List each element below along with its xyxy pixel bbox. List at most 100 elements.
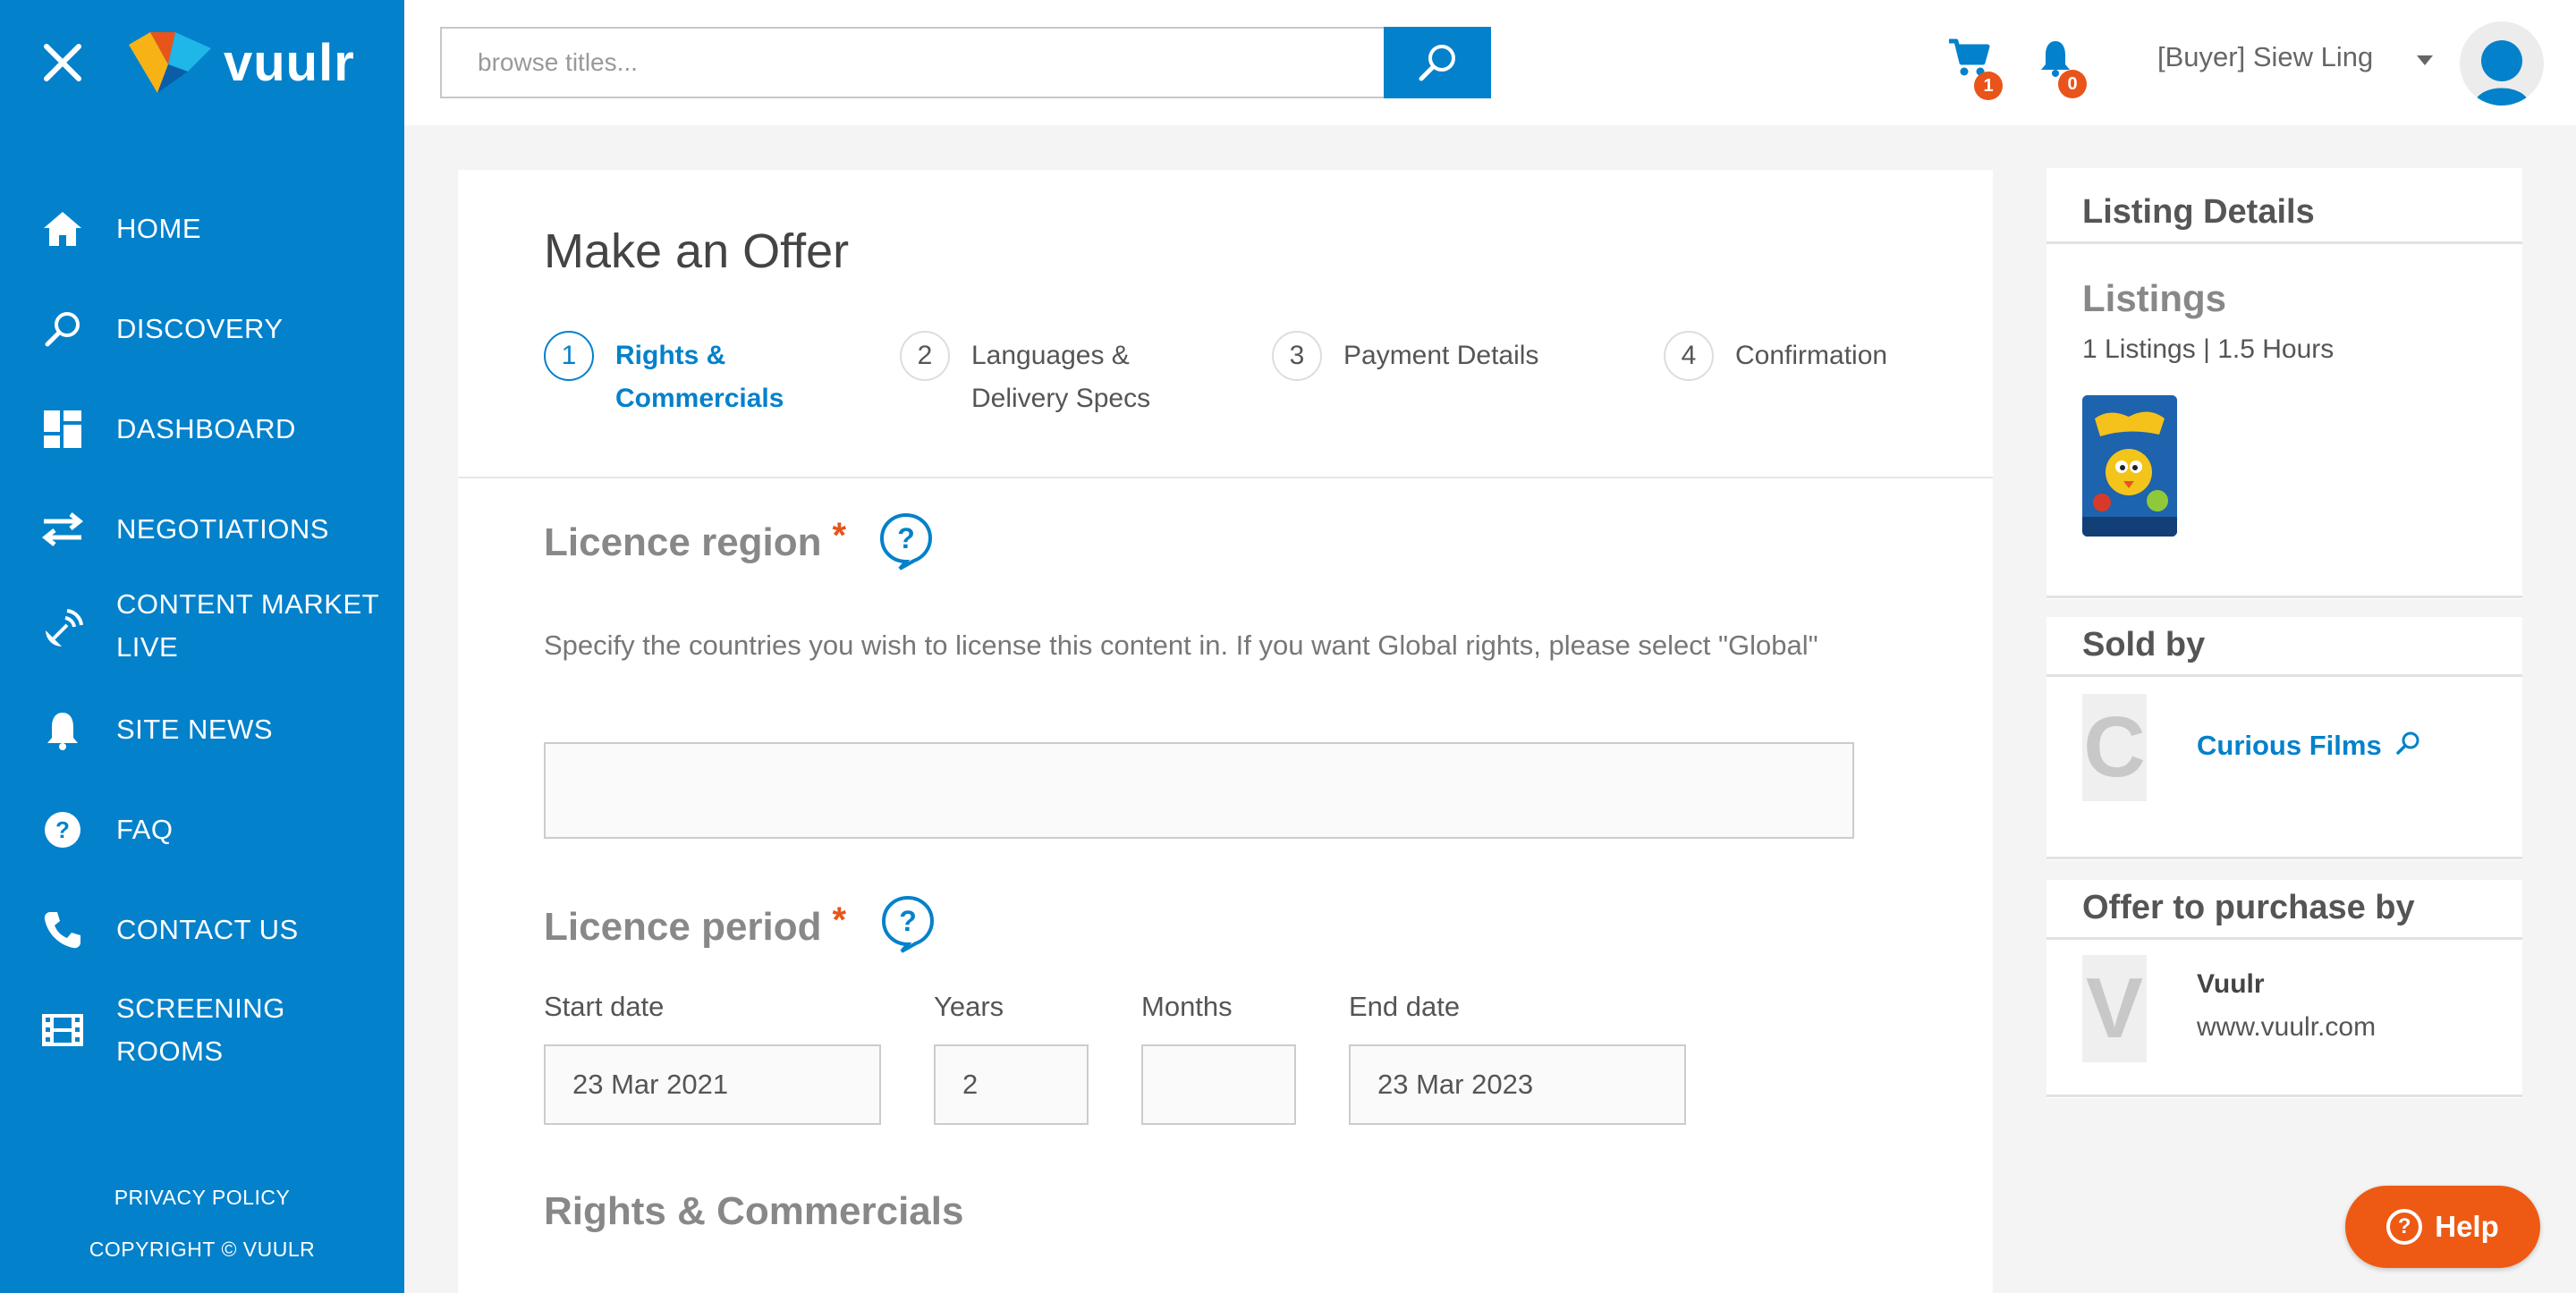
page-title: Make an Offer bbox=[544, 224, 850, 278]
dashboard-icon bbox=[39, 406, 86, 452]
vuulr-logo[interactable]: vuulr bbox=[125, 29, 355, 97]
progress-steps: 1 Rights & Commercials 2 Languages & Del… bbox=[544, 331, 1939, 429]
divider bbox=[2046, 241, 2522, 244]
nav-label: HOME bbox=[116, 213, 201, 244]
nav-label: FAQ bbox=[116, 814, 174, 845]
years-field[interactable]: 2 bbox=[934, 1044, 1089, 1125]
user-avatar-icon bbox=[2474, 40, 2529, 106]
nav-content-market-live[interactable]: CONTENT MARKET LIVE bbox=[0, 583, 404, 676]
required-marker: * bbox=[832, 515, 847, 555]
divider bbox=[2046, 1094, 2522, 1097]
logo-text: vuulr bbox=[224, 33, 355, 92]
nav-discovery[interactable]: DISCOVERY bbox=[0, 302, 404, 356]
svg-text:?: ? bbox=[55, 816, 70, 843]
help-label: Help bbox=[2435, 1210, 2499, 1243]
section-title: Rights & Commercials bbox=[544, 1189, 964, 1233]
listing-details-panel: Listing Details Listings 1 Listings | 1.… bbox=[2046, 168, 2522, 599]
end-date-field[interactable]: 23 Mar 2023 bbox=[1349, 1044, 1686, 1125]
question-icon: ? bbox=[39, 807, 86, 853]
divider bbox=[2046, 674, 2522, 677]
cart-button[interactable]: 1 bbox=[1947, 38, 2003, 100]
start-date-field[interactable]: 23 Mar 2021 bbox=[544, 1044, 881, 1125]
search-input[interactable] bbox=[440, 27, 1384, 98]
section-title: Licence region bbox=[544, 520, 822, 564]
panel-heading: Offer to purchase by bbox=[2082, 889, 2415, 926]
close-icon[interactable] bbox=[39, 39, 86, 86]
step-number: 3 bbox=[1272, 331, 1322, 381]
divider bbox=[2046, 857, 2522, 859]
months-field[interactable] bbox=[1141, 1044, 1296, 1125]
step-number: 2 bbox=[900, 331, 950, 381]
help-tooltip-icon[interactable]: ? bbox=[878, 511, 934, 570]
years-label: Years bbox=[934, 991, 1004, 1022]
phone-icon bbox=[39, 907, 86, 953]
cart-count-badge: 1 bbox=[1974, 72, 2003, 100]
notifications-button[interactable]: 0 bbox=[2037, 38, 2087, 98]
licence-period-heading: Licence period * bbox=[544, 900, 846, 950]
section-title: Licence period bbox=[544, 905, 822, 949]
seller-logo-placeholder: C bbox=[2082, 694, 2147, 801]
step-label: Confirmation bbox=[1735, 341, 1888, 370]
search-icon bbox=[1419, 45, 1455, 81]
start-date-label: Start date bbox=[544, 991, 665, 1022]
rights-commercials-heading: Rights & Commercials bbox=[544, 1189, 963, 1234]
nav-contact-us[interactable]: CONTACT US bbox=[0, 903, 404, 957]
search-button[interactable] bbox=[1384, 27, 1491, 98]
nav-label: NEGOTIATIONS bbox=[116, 513, 329, 545]
step-payment-details[interactable]: 3 Payment Details bbox=[1272, 331, 1612, 381]
step-confirmation[interactable]: 4 Confirmation bbox=[1664, 331, 1950, 381]
panel-heading: Listing Details bbox=[2082, 193, 2315, 231]
top-bar: 1 0 [Buyer] Siew Ling bbox=[404, 0, 2576, 125]
nav-site-news[interactable]: SITE NEWS bbox=[0, 703, 404, 756]
divider bbox=[458, 477, 1993, 478]
offer-form-card: Make an Offer 1 Rights & Commercials 2 L… bbox=[458, 170, 1993, 1293]
search-icon bbox=[2396, 731, 2419, 755]
avatar[interactable] bbox=[2460, 21, 2544, 106]
required-marker: * bbox=[832, 900, 847, 940]
svg-text:?: ? bbox=[899, 905, 917, 937]
buyer-logo-placeholder: V bbox=[2082, 955, 2147, 1062]
user-menu-name[interactable]: [Buyer] Siew Ling bbox=[2157, 41, 2373, 73]
privacy-policy-link[interactable]: PRIVACY POLICY bbox=[0, 1186, 404, 1210]
help-button[interactable]: ? Help bbox=[2345, 1186, 2540, 1268]
search-icon bbox=[39, 306, 86, 352]
nav-home[interactable]: HOME bbox=[0, 202, 404, 256]
film-icon bbox=[39, 1007, 86, 1053]
panel-heading: Sold by bbox=[2082, 626, 2206, 663]
step-label: Payment Details bbox=[1343, 341, 1539, 370]
end-date-label: End date bbox=[1349, 991, 1461, 1022]
step-label: Rights & Commercials bbox=[615, 341, 784, 413]
listing-poster-thumbnail[interactable] bbox=[2082, 395, 2177, 537]
nav-negotiations[interactable]: NEGOTIATIONS bbox=[0, 503, 404, 556]
step-rights-commercials[interactable]: 1 Rights & Commercials bbox=[544, 331, 812, 420]
licence-region-input[interactable] bbox=[544, 742, 1854, 839]
nav-faq[interactable]: ? FAQ bbox=[0, 803, 404, 857]
step-label: Languages & Delivery Specs bbox=[971, 341, 1151, 413]
help-tooltip-icon[interactable]: ? bbox=[880, 894, 936, 953]
sidebar: vuulr HOME DISCOVERY DASHBOARD NEGOTIATI… bbox=[0, 0, 404, 1293]
divider bbox=[2046, 937, 2522, 940]
licence-region-description: Specify the countries you wish to licens… bbox=[544, 630, 1818, 661]
step-number: 4 bbox=[1664, 331, 1714, 381]
satellite-icon bbox=[39, 606, 86, 653]
home-icon bbox=[39, 206, 86, 252]
licence-region-heading: Licence region * bbox=[544, 516, 846, 565]
divider bbox=[2046, 596, 2522, 598]
nav-dashboard[interactable]: DASHBOARD bbox=[0, 402, 404, 456]
offer-by-panel: Offer to purchase by V Vuulr www.vuulr.c… bbox=[2046, 880, 2522, 1098]
chevron-down-icon[interactable] bbox=[2417, 55, 2433, 65]
nav-label: SITE NEWS bbox=[116, 714, 274, 745]
step-languages-delivery[interactable]: 2 Languages & Delivery Specs bbox=[900, 331, 1195, 420]
swap-arrows-icon bbox=[39, 506, 86, 553]
svg-text:?: ? bbox=[897, 522, 915, 554]
nav-screening-rooms[interactable]: SCREENING ROOMS bbox=[0, 993, 404, 1067]
buyer-name: Vuulr bbox=[2197, 969, 2265, 999]
nav-label: DASHBOARD bbox=[116, 413, 296, 444]
nav-label: DISCOVERY bbox=[116, 313, 284, 344]
months-label: Months bbox=[1141, 991, 1233, 1022]
nav-label: CONTENT MARKET LIVE bbox=[116, 588, 379, 663]
sold-by-panel: Sold by C Curious Films bbox=[2046, 617, 2522, 860]
seller-link[interactable]: Curious Films bbox=[2197, 730, 2421, 762]
listings-summary: 1 Listings | 1.5 Hours bbox=[2082, 334, 2334, 364]
nav-label: SCREENING ROOMS bbox=[116, 993, 285, 1067]
